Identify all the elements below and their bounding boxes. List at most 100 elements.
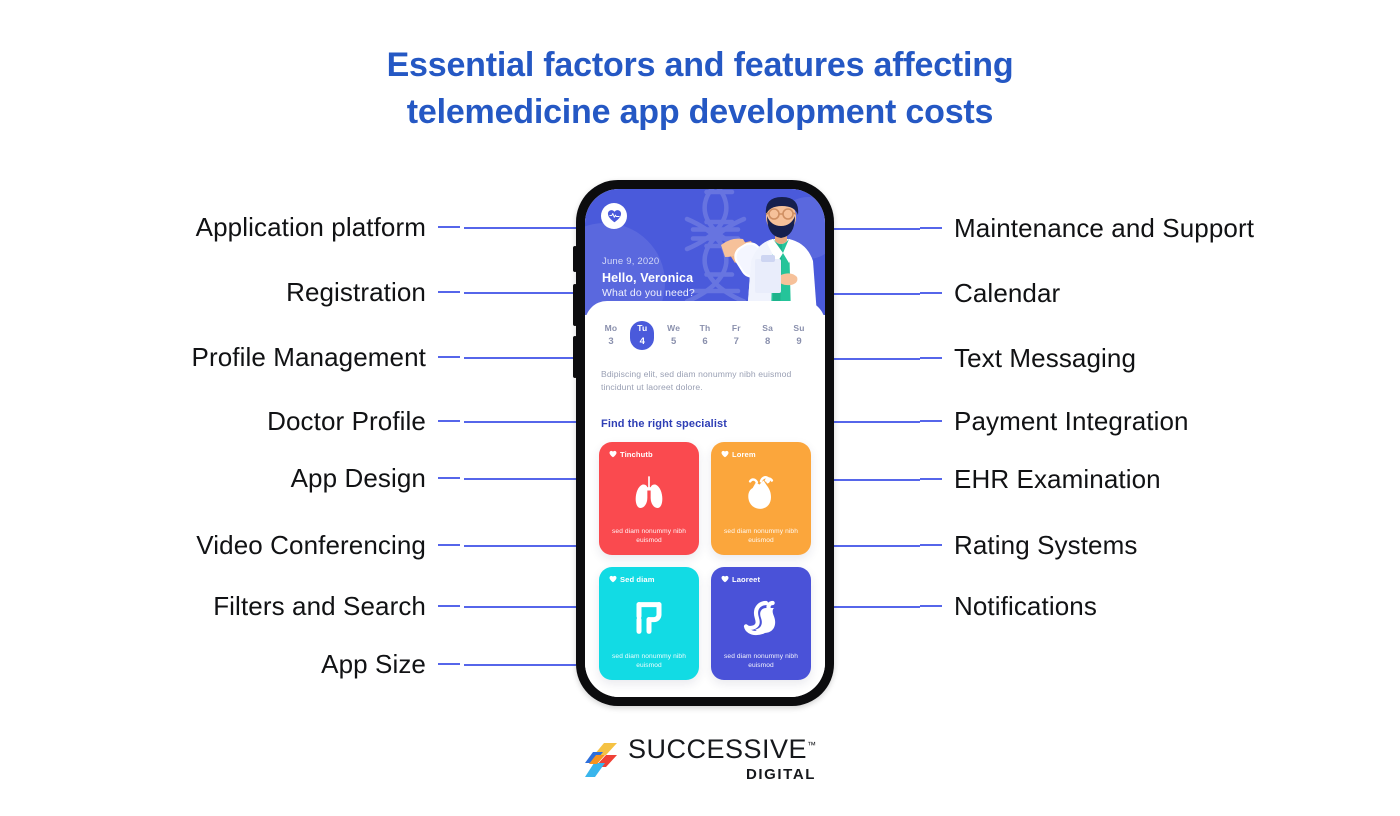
connector-dash [920, 544, 942, 546]
doctor-illustration [721, 197, 817, 315]
calendar-date: 8 [764, 336, 771, 347]
calendar-dow: Tu [637, 323, 648, 333]
calendar-date: 3 [608, 336, 614, 347]
label-text: Maintenance and Support [954, 212, 1255, 243]
connector-dash [438, 420, 460, 422]
card-header: Tinchutb [609, 450, 653, 459]
phone-silent-switch[interactable] [573, 246, 577, 272]
stomach-icon [743, 600, 776, 635]
connector-left-0 [464, 227, 576, 229]
label-text: EHR Examination [954, 463, 1161, 494]
calendar-day-mo[interactable]: Mo 3 [599, 321, 623, 350]
heart-icon [721, 576, 729, 583]
card-description: sed diam nonummy nibh euismod [612, 652, 686, 670]
connector-right-5 [834, 545, 920, 547]
brand-name: SUCCESSIVE [627, 734, 808, 764]
label-text: Notifications [954, 590, 1097, 621]
specialist-card-laoreet[interactable]: Laoreet sed diam nonummy nibh euismod [711, 566, 811, 680]
connector-dash [438, 356, 460, 358]
feature-label-doctor-profile: Doctor Profile [267, 406, 460, 436]
connector-right-6 [834, 606, 920, 608]
label-text: App Design [290, 462, 426, 493]
connector-left-3 [464, 421, 576, 423]
connector-dash [920, 605, 942, 607]
specialist-card-tinchutb[interactable]: Tinchutb sed diam nonummy nibh euismod [599, 441, 699, 555]
label-text: Registration [286, 276, 426, 307]
connector-left-4 [464, 478, 576, 480]
calendar-day-th[interactable]: Th 6 [693, 321, 717, 350]
greeting-name: Hello, Veronica [602, 271, 694, 285]
app-header: June 9, 2020 Hello, Veronica What do you… [585, 189, 825, 315]
calendar-dow: Sa [762, 323, 774, 333]
current-date: June 9, 2020 [602, 256, 660, 267]
connector-right-1 [834, 293, 920, 295]
connector-right-0 [834, 228, 920, 230]
heart-icon [609, 451, 617, 458]
brand-name-row: SUCCESSIVE™ [628, 736, 816, 763]
connector-right-2 [834, 358, 920, 360]
calendar-date: 5 [671, 336, 677, 347]
feature-label-payment-integration: Payment Integration [920, 406, 1189, 436]
card-organ-art [741, 584, 781, 652]
brand-subtitle: DIGITAL [745, 766, 817, 783]
calendar-dow: Fr [731, 323, 741, 333]
calendar-date: 6 [702, 336, 708, 347]
connector-dash [438, 291, 460, 293]
label-text: Doctor Profile [267, 405, 426, 436]
feature-label-calendar: Calendar [920, 278, 1060, 308]
connector-left-6 [464, 606, 576, 608]
connector-left-5 [464, 545, 576, 547]
page-title-line-2: telemedicine app development costs [406, 92, 994, 131]
connector-dash [920, 478, 942, 480]
label-text: Rating Systems [954, 529, 1138, 560]
feature-label-ehr-examination: EHR Examination [920, 464, 1161, 494]
calendar-day-sa[interactable]: Sa 8 [756, 321, 780, 350]
label-text: Calendar [954, 277, 1061, 308]
phone-volume-up-button[interactable] [573, 284, 577, 326]
calendar-dow: Su [793, 323, 805, 333]
calendar-day-we[interactable]: We 5 [662, 321, 686, 350]
feature-label-rating-systems: Rating Systems [920, 530, 1137, 560]
page-title-line-1: Essential factors and features affecting [386, 46, 1014, 84]
connector-dash [438, 663, 460, 665]
phone-volume-down-button[interactable] [573, 336, 577, 378]
connector-dash [920, 420, 942, 422]
card-description: sed diam nonummy nibh euismod [724, 652, 798, 670]
card-title: Sed diam [620, 574, 655, 584]
connector-right-4 [834, 479, 920, 481]
feature-label-text-messaging: Text Messaging [920, 343, 1136, 373]
feature-label-app-size: App Size [321, 649, 460, 679]
card-title: Tinchutb [620, 449, 653, 459]
heart-icon [721, 451, 729, 458]
heart-icon [609, 576, 617, 583]
heart-pulse-icon [607, 210, 621, 223]
app-content-sheet: Mo 3 Tu 4 We 5 Th 6 Fr 7 Sa 8 Su 9 Bdipi… [585, 301, 825, 697]
calendar-day-tu-selected[interactable]: Tu 4 [630, 321, 655, 350]
connector-left-7 [464, 664, 576, 666]
calendar-date: 4 [639, 336, 645, 347]
calendar-date: 9 [796, 336, 802, 347]
label-text: Filters and Search [213, 590, 426, 621]
connector-left-1 [464, 292, 576, 294]
connector-dash [438, 544, 460, 546]
app-body-text: Bdipiscing elit, sed diam nonummy nibh e… [601, 369, 792, 392]
phone-screen: June 9, 2020 Hello, Veronica What do you… [585, 189, 825, 697]
card-header: Laoreet [721, 575, 760, 584]
connector-dash [920, 357, 942, 359]
specialist-card-sed-diam[interactable]: Sed diam sed diam nonummy nibh euismod [599, 566, 699, 680]
card-title: Lorem [732, 449, 756, 459]
label-text: Payment Integration [954, 405, 1189, 436]
trademark-symbol: ™ [807, 740, 817, 750]
specialist-card-lorem[interactable]: Lorem sed diam nonummy nibh euismod [711, 441, 811, 555]
connector-left-2 [464, 357, 576, 359]
calendar-day-su[interactable]: Su 9 [787, 321, 811, 350]
card-header: Lorem [721, 450, 756, 459]
calendar-day-fr[interactable]: Fr 7 [724, 321, 748, 350]
feature-label-profile-management: Profile Management [192, 342, 460, 372]
feature-label-video-conferencing: Video Conferencing [196, 530, 460, 560]
label-text: Application platform [195, 211, 426, 242]
section-heading-find-specialist: Find the right specialist [601, 417, 727, 430]
calendar-strip[interactable]: Mo 3 Tu 4 We 5 Th 6 Fr 7 Sa 8 Su 9 [585, 301, 825, 350]
calendar-date: 7 [733, 336, 739, 347]
feature-label-application-platform: Application platform [196, 212, 460, 242]
